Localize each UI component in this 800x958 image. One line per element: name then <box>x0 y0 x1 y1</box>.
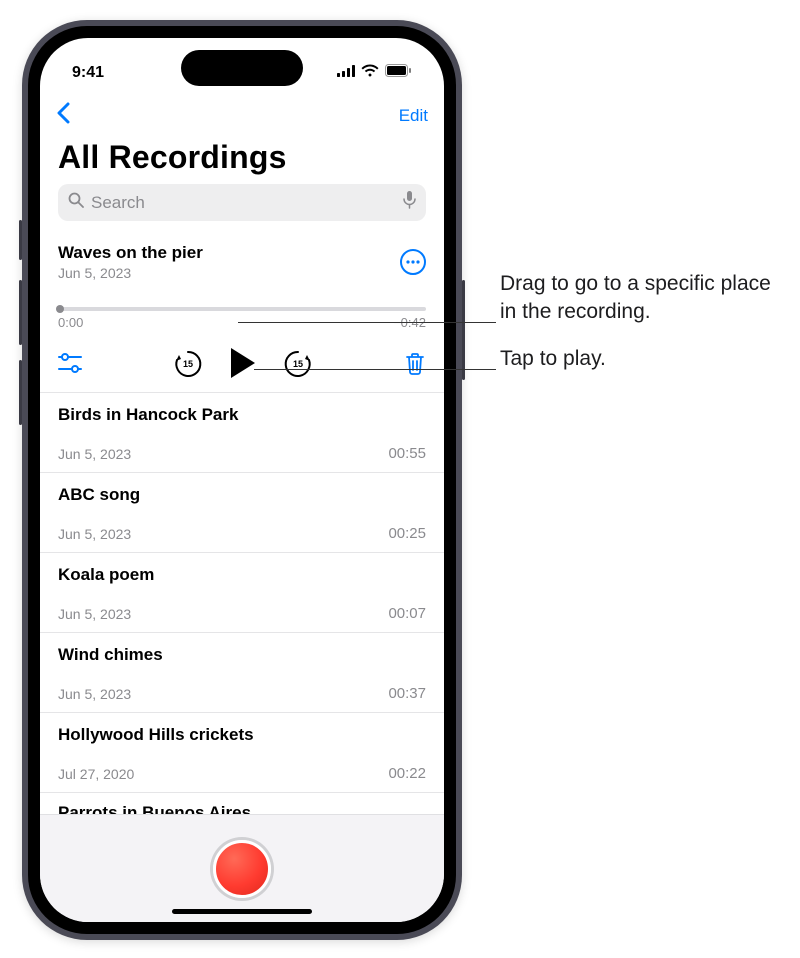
recording-date: Jun 5, 2023 <box>58 526 131 542</box>
recording-date: Jun 5, 2023 <box>58 265 203 281</box>
dictation-icon[interactable] <box>403 191 416 214</box>
play-button[interactable] <box>231 348 255 378</box>
recording-title: Koala poem <box>58 565 426 585</box>
skip-back-seconds: 15 <box>173 359 203 369</box>
recording-date: Jun 5, 2023 <box>58 606 131 622</box>
playback-scrubber[interactable] <box>58 307 426 311</box>
nav-bar: Edit <box>40 94 444 135</box>
recording-item[interactable]: Koala poem Jun 5, 2023 00:07 <box>40 553 444 633</box>
battery-icon <box>385 64 412 82</box>
more-options-button[interactable] <box>400 249 426 275</box>
wifi-icon <box>361 64 379 82</box>
recording-duration: 00:25 <box>388 525 426 542</box>
search-field[interactable]: Search <box>58 184 426 221</box>
page-title: All Recordings <box>40 135 444 184</box>
recordings-list[interactable]: Waves on the pier Jun 5, 2023 0:00 −0:42 <box>40 229 444 814</box>
back-button[interactable] <box>56 100 70 131</box>
phone-frame: 9:41 Edit A <box>22 20 462 940</box>
recording-item[interactable]: Hollywood Hills crickets Jul 27, 2020 00… <box>40 713 444 793</box>
phone-mute-switch <box>19 220 22 260</box>
recording-duration: 00:37 <box>388 685 426 702</box>
home-indicator[interactable] <box>172 909 312 914</box>
recording-date: Jun 5, 2023 <box>58 446 131 462</box>
recording-item[interactable]: ABC song Jun 5, 2023 00:25 <box>40 473 444 553</box>
phone-volume-down <box>19 360 22 425</box>
elapsed-time: 0:00 <box>58 315 83 330</box>
search-icon <box>68 192 84 213</box>
recording-title: Hollywood Hills crickets <box>58 725 426 745</box>
recording-title: ABC song <box>58 485 426 505</box>
search-placeholder: Search <box>91 193 396 213</box>
recording-duration: 00:07 <box>388 605 426 622</box>
skip-forward-button[interactable]: 15 <box>283 348 313 378</box>
skip-back-button[interactable]: 15 <box>173 348 203 378</box>
cellular-icon <box>337 64 355 82</box>
recording-item[interactable]: Birds in Hancock Park Jun 5, 2023 00:55 <box>40 393 444 473</box>
recording-date: Jun 5, 2023 <box>58 686 131 702</box>
recording-date: Jul 27, 2020 <box>58 766 134 782</box>
recording-title: Waves on the pier <box>58 243 203 263</box>
status-time: 9:41 <box>72 64 104 82</box>
phone-volume-up <box>19 280 22 345</box>
recording-title: Wind chimes <box>58 645 426 665</box>
recording-title: Birds in Hancock Park <box>58 405 426 425</box>
record-button[interactable] <box>213 840 271 898</box>
recording-item[interactable]: Wind chimes Jun 5, 2023 00:37 <box>40 633 444 713</box>
callout-play: Tap to play. <box>500 345 606 373</box>
playback-settings-button[interactable] <box>58 353 82 373</box>
bottom-toolbar <box>40 814 444 922</box>
callout-scrubber: Drag to go to a specific place in the re… <box>500 270 780 327</box>
recording-item-partial[interactable]: Parrots in Buenos Aires <box>40 793 444 814</box>
recording-duration: 00:55 <box>388 445 426 462</box>
delete-button[interactable] <box>404 351 426 375</box>
callout-line <box>254 369 496 370</box>
skip-forward-seconds: 15 <box>283 359 313 369</box>
phone-power-button <box>462 280 465 380</box>
dynamic-island <box>181 50 303 86</box>
scrubber-thumb[interactable] <box>56 305 64 313</box>
callout-line <box>238 322 496 323</box>
recording-duration: 00:22 <box>388 765 426 782</box>
edit-button[interactable]: Edit <box>399 106 428 126</box>
